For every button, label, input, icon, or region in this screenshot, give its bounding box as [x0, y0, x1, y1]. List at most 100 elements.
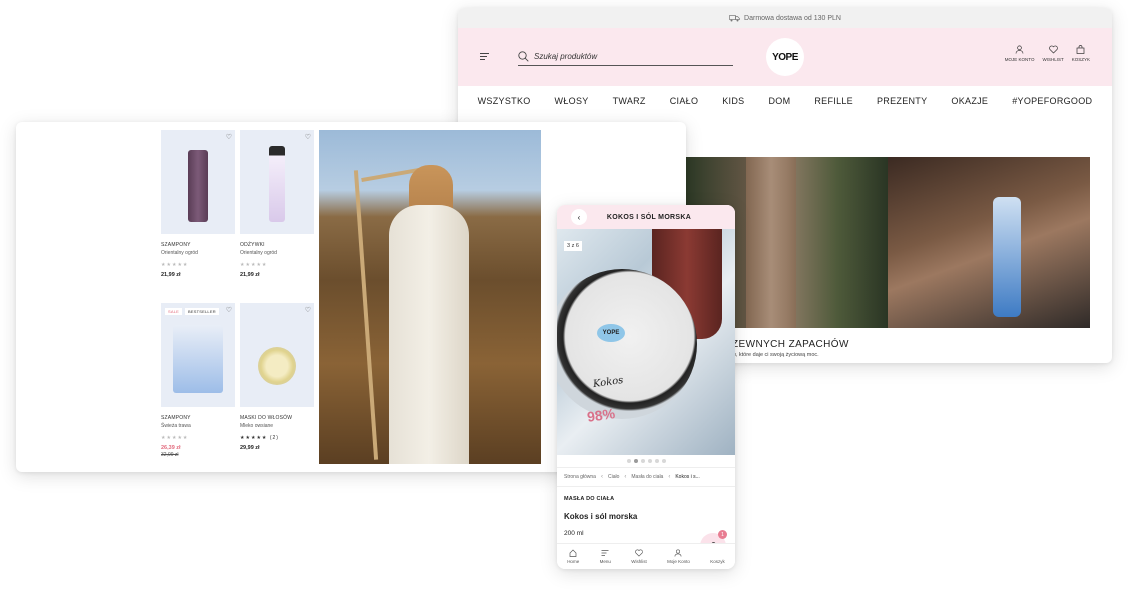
- product-category: SZAMPONY: [161, 415, 191, 421]
- product-category: SZAMPONY: [161, 242, 191, 248]
- product-rating: ★★★★★: [161, 435, 189, 441]
- tab-account[interactable]: Moje Konto: [667, 549, 690, 564]
- nav-item-wlosy[interactable]: WŁOSY: [555, 96, 589, 106]
- gallery-dot[interactable]: [654, 459, 659, 463]
- banner-image-body: [888, 157, 1090, 328]
- wishlist-heart-icon[interactable]: ♡: [305, 306, 311, 314]
- wishlist-label: WISHLIST: [1042, 57, 1064, 62]
- menu-icon: [601, 550, 609, 556]
- search-input[interactable]: [534, 52, 714, 61]
- wishlist-heart-icon[interactable]: ♡: [305, 133, 311, 141]
- gallery-dot[interactable]: [640, 459, 645, 463]
- main-nav: WSZYSTKO WŁOSY TWARZ CIAŁO KIDS DOM REFI…: [458, 86, 1112, 116]
- bottom-tab-bar: Home Menu Wishlist Moje Konto Koszyk: [557, 543, 735, 569]
- product-name: Kokos i sól morska: [564, 512, 638, 521]
- cart-count-badge: 1: [718, 530, 727, 539]
- chevron-left-icon: ‹: [600, 474, 603, 480]
- gallery-dot[interactable]: [661, 459, 666, 463]
- rating-stars: ★★★★★: [240, 435, 268, 441]
- tab-cart[interactable]: Koszyk: [710, 549, 725, 564]
- nav-item-prezenty[interactable]: PREZENTY: [877, 96, 927, 106]
- cart-link[interactable]: KOSZYK: [1072, 45, 1090, 62]
- pack-badge: 3 z 6: [564, 241, 582, 251]
- sale-badge: SALE: [165, 308, 183, 315]
- mobile-window: ‹ KOKOS I SÓL MORSKA YOPE Kokos 98% 3 z …: [557, 205, 735, 569]
- wishlist-heart-icon[interactable]: ♡: [226, 133, 232, 141]
- product-rating: ★★★★★: [240, 262, 268, 268]
- home-icon: [569, 549, 577, 557]
- bottle-image: [188, 150, 208, 222]
- nav-item-twarz[interactable]: TWARZ: [613, 96, 646, 106]
- product-old-price: 32,99 zł: [161, 452, 179, 458]
- nav-item-okazje[interactable]: OKAZJE: [951, 96, 988, 106]
- header-actions: MOJE KONTO WISHLIST KOSZYK: [1005, 45, 1090, 62]
- bestseller-badge: BESTSELLER: [185, 308, 219, 315]
- wishlist-heart-icon[interactable]: ♡: [226, 306, 232, 314]
- product-image[interactable]: ♡: [240, 130, 314, 234]
- lifestyle-photo: [319, 130, 541, 464]
- product-name[interactable]: Orientalny ogród: [240, 250, 314, 256]
- nav-item-dom[interactable]: DOM: [768, 96, 790, 106]
- nav-item-yopeforgood[interactable]: #YOPEFORGOOD: [1012, 96, 1092, 106]
- product-name[interactable]: Mleko owsiane: [240, 423, 314, 429]
- gallery-dot[interactable]: [647, 459, 652, 463]
- mobile-header: ‹ KOKOS I SÓL MORSKA: [557, 205, 735, 229]
- tab-home[interactable]: Home: [567, 549, 579, 564]
- product-gallery[interactable]: YOPE Kokos 98% 3 z 6: [557, 229, 735, 455]
- breadcrumb-current: Kokos i s...: [675, 474, 700, 480]
- back-button[interactable]: ‹: [571, 209, 587, 225]
- refill-pouch-image: [173, 325, 223, 393]
- product-price: 21,99 zł: [161, 272, 181, 278]
- product-image[interactable]: ♡: [240, 303, 314, 407]
- product-card[interactable]: SALE BESTSELLER ♡ SZAMPONY Świeża trawa …: [161, 303, 235, 458]
- product-price: 21,99 zł: [240, 272, 260, 278]
- jar-percentage: 98%: [586, 405, 617, 425]
- product-name[interactable]: Orientalny ogród: [161, 250, 235, 256]
- product-card[interactable]: ♡ SZAMPONY Orientalny ogród ★★★★★ 21,99 …: [161, 130, 235, 278]
- tab-label: Koszyk: [710, 559, 725, 564]
- product-image[interactable]: ♡: [161, 130, 235, 234]
- product-card[interactable]: ♡ ODŻYWKI Orientalny ogród ★★★★★ 21,99 z…: [240, 130, 314, 278]
- breadcrumb-home[interactable]: Strona główna: [564, 474, 596, 480]
- chevron-left-icon: ‹: [668, 474, 671, 480]
- search-bar[interactable]: [518, 48, 733, 66]
- product-image[interactable]: SALE BESTSELLER ♡: [161, 303, 235, 407]
- tab-wishlist[interactable]: Wishlist: [631, 549, 647, 564]
- user-icon: [1015, 45, 1024, 54]
- product-price: 29,99 zł: [240, 445, 260, 451]
- nav-item-wszystko[interactable]: WSZYSTKO: [478, 96, 531, 106]
- nav-item-kids[interactable]: KIDS: [722, 96, 744, 106]
- product-card[interactable]: ♡ MASKI DO WŁOSÓW Mleko owsiane ★★★★★ (2…: [240, 303, 314, 451]
- breadcrumb-masla[interactable]: Masła do ciała: [631, 474, 663, 480]
- jar-logo: YOPE: [597, 324, 625, 342]
- product-category: ODŻYWKI: [240, 242, 265, 248]
- truck-icon: [729, 14, 740, 21]
- model-coat: [389, 205, 469, 464]
- nav-item-cialo[interactable]: CIAŁO: [670, 96, 699, 106]
- hamburger-menu-icon[interactable]: [480, 53, 489, 62]
- chevron-left-icon: ‹: [624, 474, 627, 480]
- heart-icon: [635, 549, 643, 557]
- search-icon[interactable]: [518, 51, 529, 62]
- tab-label: Menu: [599, 559, 611, 564]
- nav-item-refille[interactable]: REFILLE: [814, 96, 853, 106]
- gallery-dot[interactable]: [626, 459, 631, 463]
- breadcrumb-cialo[interactable]: Ciało: [608, 474, 619, 480]
- product-rating: ★★★★★ (2): [240, 435, 314, 441]
- product-name[interactable]: Świeża trawa: [161, 423, 235, 429]
- gallery-pagination: [557, 455, 735, 467]
- site-header: YOPE MOJE KONTO WISHLIST KOSZYK: [458, 28, 1112, 86]
- promo-bar: Darmowa dostawa od 130 PLN: [458, 8, 1112, 28]
- account-link[interactable]: MOJE KONTO: [1005, 45, 1034, 62]
- tab-menu[interactable]: Menu: [600, 549, 611, 564]
- product-category: MASŁA DO CIAŁA: [564, 496, 615, 502]
- rake-handle: [353, 170, 379, 460]
- wishlist-link[interactable]: WISHLIST: [1042, 45, 1064, 62]
- gallery-dot-active[interactable]: [633, 459, 638, 463]
- jar-image: [258, 347, 296, 385]
- breadcrumb: Strona główna ‹ Ciało ‹ Masła do ciała ‹…: [557, 467, 735, 487]
- hero-banner[interactable]: [686, 157, 1090, 328]
- product-category: MASKI DO WŁOSÓW: [240, 415, 293, 421]
- yope-logo[interactable]: YOPE: [766, 38, 804, 76]
- promo-text: Darmowa dostawa od 130 PLN: [744, 14, 841, 22]
